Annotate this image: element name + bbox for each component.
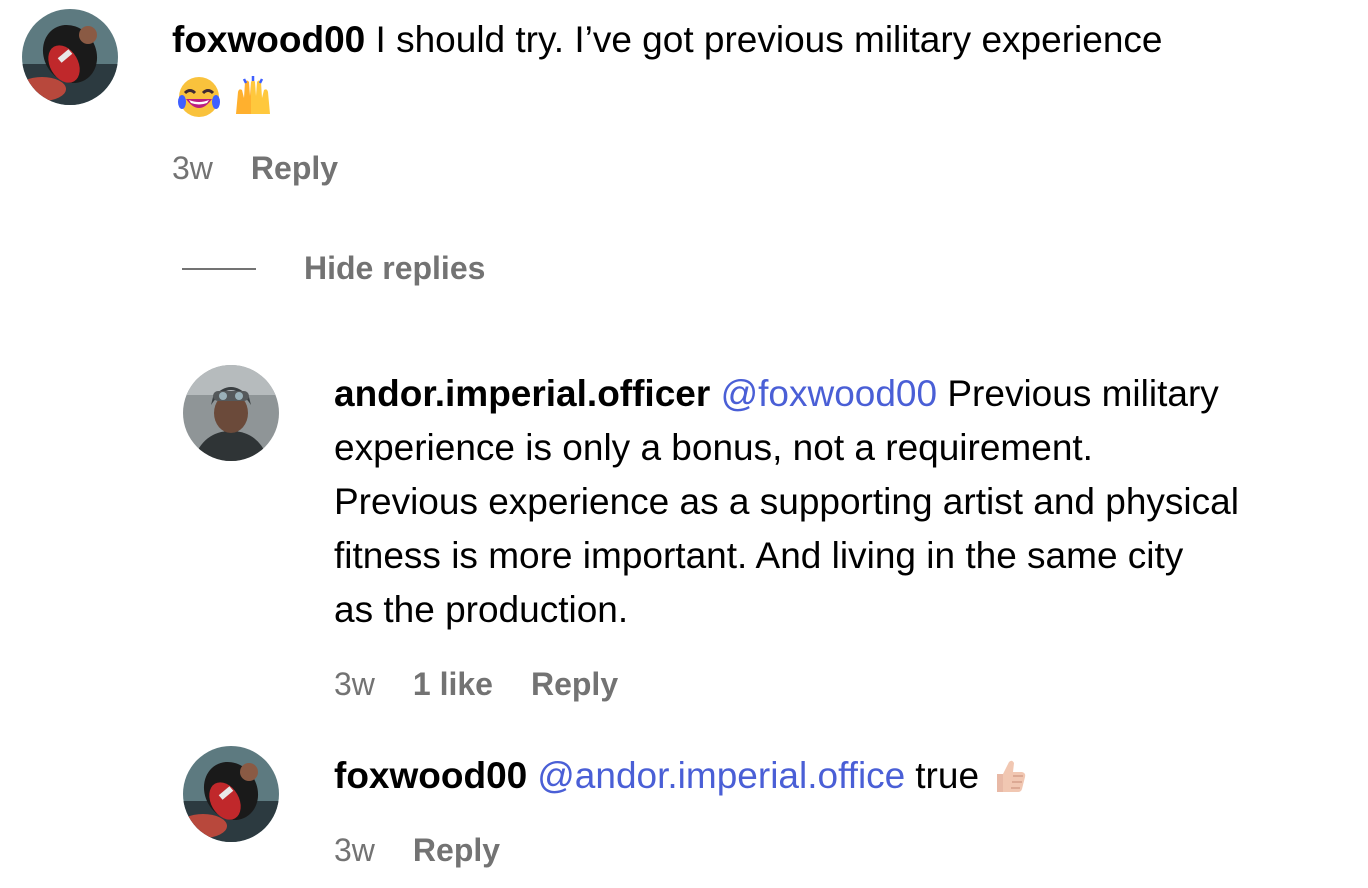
divider-line [182, 267, 256, 270]
avatar-image [22, 9, 118, 105]
mention-link[interactable]: @andor.imperial.office [537, 749, 905, 803]
laughing-tears-emoji-icon [178, 77, 220, 117]
likes-count[interactable]: 1 like [413, 666, 493, 703]
avatar-image [183, 746, 279, 842]
reply-button[interactable]: Reply [531, 666, 618, 703]
avatar[interactable] [183, 746, 279, 842]
avatar[interactable] [22, 9, 118, 105]
comment-text: I should try. I’ve got previous military… [375, 19, 1163, 60]
comment-username[interactable]: foxwood00 [172, 19, 365, 60]
reply-username[interactable]: andor.imperial.officer [334, 373, 710, 414]
hide-replies-label: Hide replies [304, 250, 486, 286]
reply-button[interactable]: Reply [413, 832, 500, 869]
reply-timestamp: 3w [334, 832, 375, 868]
reply-username[interactable]: foxwood00 [334, 749, 527, 803]
raised-hands-emoji-icon [236, 76, 270, 114]
comment-body: foxwood00 I should try. I’ve got previou… [172, 13, 1352, 67]
reply-body: foxwood00 @andor.imperial.office true [334, 749, 1364, 803]
comment-meta: 3w Reply [172, 150, 338, 187]
comment-emojis [176, 74, 276, 120]
reply-meta: 3w Reply [334, 832, 500, 869]
reply-meta: 3w 1 like Reply [334, 666, 618, 703]
reply-timestamp: 3w [334, 666, 375, 702]
comment-timestamp: 3w [172, 150, 213, 186]
reply-text: Previous military [947, 373, 1219, 414]
reply-text: true [915, 755, 980, 796]
reply-body: andor.imperial.officer @foxwood00 Previo… [334, 367, 1364, 637]
hide-replies-button[interactable]: Hide replies [182, 250, 485, 287]
reply-text: Previous experience as a supporting arti… [334, 481, 1239, 522]
reply-text: fitness is more important. And living in… [334, 535, 1184, 576]
avatar[interactable] [183, 365, 279, 461]
reply-text: experience is only a bonus, not a requir… [334, 427, 1093, 468]
reply-button[interactable]: Reply [251, 150, 338, 187]
thumbs-up-emoji-icon [997, 760, 1026, 792]
avatar-image [183, 365, 279, 461]
mention-link[interactable]: @foxwood00 [721, 373, 938, 414]
reply-text: as the production. [334, 589, 629, 630]
